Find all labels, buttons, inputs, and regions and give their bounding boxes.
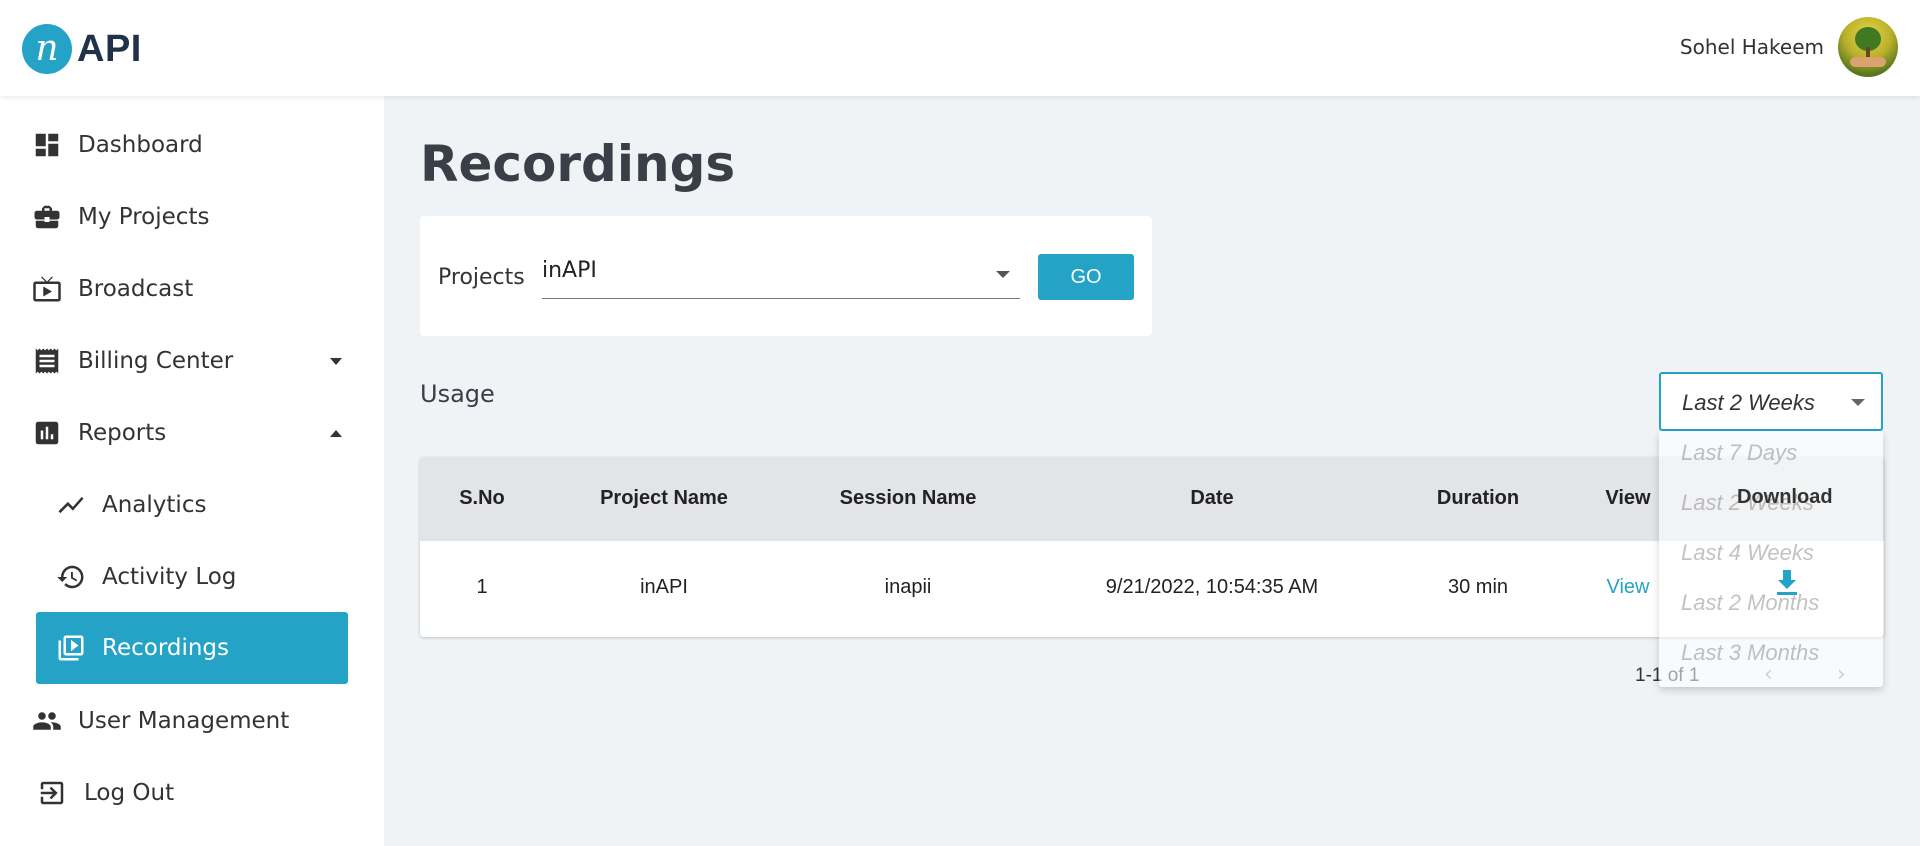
sidebar-item-broadcast[interactable]: Broadcast: [0, 257, 384, 321]
go-button[interactable]: GO: [1038, 254, 1134, 300]
sidebar-item-activity-log[interactable]: Activity Log: [0, 545, 384, 609]
cell-duration: 30 min: [1447, 576, 1509, 598]
date-range-value: Last 2 Weeks: [1682, 390, 1815, 415]
project-filter-card: Projects inAPI GO: [420, 216, 1152, 336]
dropdown-arrow-icon: [996, 271, 1010, 278]
sidebar-item-label: Log Out: [84, 780, 175, 806]
column-header-session-name: Session Name: [839, 487, 977, 509]
sidebar-item-label: Activity Log: [102, 564, 237, 590]
sidebar-item-reports[interactable]: Reports: [0, 401, 384, 465]
sidebar-item-user-management[interactable]: User Management: [0, 689, 384, 753]
top-header: n API Sohel Hakeem: [0, 0, 1920, 96]
range-option-last-3-months[interactable]: Last 3 Months: [1681, 640, 1819, 666]
sidebar-item-billing-center[interactable]: Billing Center: [0, 329, 384, 393]
video-library-icon: [55, 632, 87, 664]
view-link[interactable]: View: [1607, 576, 1650, 599]
logout-icon: [36, 777, 68, 809]
cell-session-name: inapii: [884, 576, 932, 598]
dropdown-arrow-icon: [1851, 399, 1865, 406]
date-range-menu: Last 7 Days Last 2 Weeks Last 4 Weeks La…: [1659, 431, 1883, 687]
dashboard-icon: [31, 129, 63, 161]
sidebar-item-label: Analytics: [102, 492, 207, 518]
sidebar-item-recordings[interactable]: Recordings: [36, 612, 348, 684]
sidebar-item-label: Dashboard: [78, 132, 203, 158]
date-range-select[interactable]: Last 2 Weeks: [1659, 372, 1883, 431]
sidebar-item-dashboard[interactable]: Dashboard: [0, 113, 384, 177]
page-title: Recordings: [420, 135, 736, 193]
sidebar-item-label: Billing Center: [78, 348, 234, 374]
sidebar-item-analytics[interactable]: Analytics: [0, 473, 384, 537]
chevron-up-icon[interactable]: [330, 429, 342, 437]
cell-date: 9/21/2022, 10:54:35 AM: [1105, 576, 1319, 598]
column-header-sno: S.No: [459, 487, 505, 509]
tv-icon: [31, 273, 63, 305]
cell-sno: 1: [476, 576, 488, 598]
logo-mark: n: [22, 24, 72, 74]
column-header-view: View: [1605, 487, 1651, 509]
download-icon[interactable]: [1775, 568, 1799, 596]
project-select[interactable]: inAPI: [542, 256, 1020, 299]
sidebar-item-label: Recordings: [102, 635, 230, 661]
projects-label: Projects: [438, 265, 525, 290]
user-menu[interactable]: Sohel Hakeem: [1680, 17, 1898, 77]
range-option-last-4-weeks[interactable]: Last 4 Weeks: [1681, 540, 1814, 566]
trending-icon: [55, 489, 87, 521]
cell-project-name: inAPI: [640, 576, 688, 598]
sidebar: Dashboard My Projects Broadcast Billing …: [0, 96, 384, 846]
sidebar-item-my-projects[interactable]: My Projects: [0, 185, 384, 249]
column-header-duration: Duration: [1436, 487, 1520, 509]
range-option-last-7-days[interactable]: Last 7 Days: [1681, 440, 1797, 466]
receipt-icon: [31, 345, 63, 377]
column-header-download: Download: [1737, 486, 1833, 508]
people-icon: [31, 705, 63, 737]
project-select-value: inAPI: [542, 258, 597, 283]
usage-title: Usage: [420, 380, 495, 408]
app-logo[interactable]: n API: [22, 24, 142, 74]
sidebar-item-log-out[interactable]: Log Out: [0, 761, 384, 825]
sidebar-item-label: User Management: [78, 708, 290, 734]
briefcase-icon: [31, 201, 63, 233]
sidebar-item-label: Broadcast: [78, 276, 194, 302]
user-name: Sohel Hakeem: [1679, 35, 1824, 59]
logo-text: API: [77, 27, 142, 70]
sidebar-item-label: My Projects: [78, 204, 210, 230]
history-icon: [55, 561, 87, 593]
avatar[interactable]: [1838, 17, 1898, 77]
bar-chart-icon: [31, 417, 63, 449]
sidebar-item-label: Reports: [78, 420, 167, 446]
column-header-date: Date: [1190, 487, 1234, 509]
column-header-project-name: Project Name: [600, 487, 728, 509]
chevron-down-icon[interactable]: [330, 357, 342, 365]
